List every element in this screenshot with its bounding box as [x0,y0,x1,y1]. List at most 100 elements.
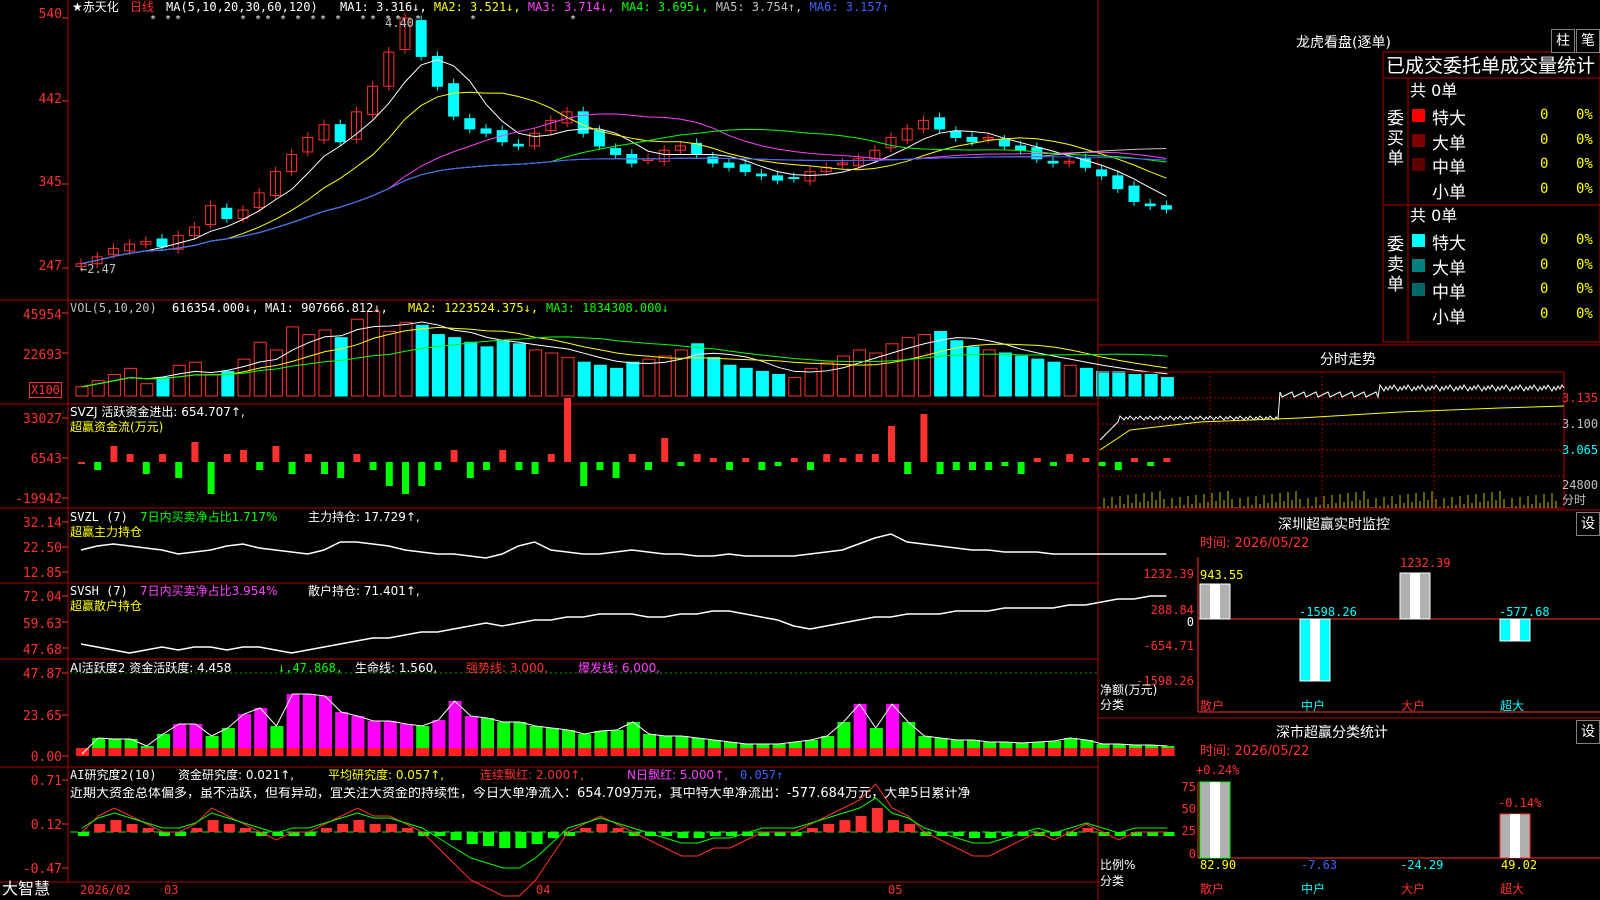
volume-bar [75,386,89,397]
lhb-buy-row-qty: 0 [1540,131,1549,148]
candle-body [998,139,1010,147]
stock-name[interactable]: ★赤天化 [72,0,119,14]
classify-tick-3: 25 [1181,824,1196,838]
fenshi-price-3: 3.065 [1562,443,1599,457]
candle-body [966,136,978,143]
svzl-ratio: 7日内买卖净占比1.717% [140,510,278,524]
activity-base [173,748,187,756]
fund-flow-bar [1001,462,1009,466]
volume-bar [496,340,510,397]
chart-canvas[interactable]: * * * * * * * * * * * * * * * * * * [0,0,1600,900]
ai2-avg: 平均研究度: 0.057↑, [328,768,445,782]
activity-base [1048,748,1061,756]
research-bar [304,832,316,836]
activity-base [691,748,705,756]
brand-label: 大智慧 [2,879,51,898]
volume-bar [545,352,559,397]
activity-base [983,748,997,756]
volume-bar [464,341,478,397]
fund-flow-bar [369,462,377,470]
activity-base [124,748,138,756]
svsh-ratio: 7日内买卖净占比3.954% [140,584,278,598]
ma4-line [80,128,1167,265]
activity-base [157,748,170,756]
volume-bar [642,358,656,397]
activity-base [351,748,365,756]
classify-settings-button[interactable]: 设 [1576,720,1600,744]
classify-cat-3: 大户 [1401,882,1426,896]
research-bar [596,824,608,832]
research-bar [855,816,867,832]
volume-bar [480,346,494,397]
volume-bar [755,370,769,397]
fund-flow-bar [661,438,669,462]
activity-base [1064,748,1078,756]
volume-bar [1144,374,1158,397]
volume-bar [1160,377,1174,397]
lhb-sell-swatch-3 [1412,283,1425,296]
activity-base [481,748,494,756]
fund-flow-bar [952,462,960,470]
fund-flow-bar [709,458,717,462]
ai1-burst: 爆发线: 6.000, [578,661,661,675]
activity-bar [448,701,462,756]
period-label[interactable]: 日线 [130,0,154,14]
fund-flow-bar [288,462,296,474]
candle-body [1160,205,1172,210]
research-bar [1082,828,1094,832]
svsh-sub: 超赢散户持仓 [70,599,143,613]
monitor-settings-button[interactable]: 设 [1576,512,1600,536]
lhb-buy-row-label: 特大 [1432,109,1466,129]
ai1-tick-1: 47.87 [22,667,62,682]
ma-value-4: MA4: 3.695↓, [621,0,716,14]
lhb-sell-row-qty: 0 [1540,281,1549,297]
volume-bar [367,311,381,397]
candle-body [1015,145,1027,151]
fund-flow-bar [547,454,555,462]
signal-star: * [320,14,326,25]
ma-value-3: MA3: 3.714↓, [527,0,622,14]
research-bar [612,828,624,832]
lhb-sell-row-pct: 0% [1576,232,1593,248]
lhb-buy-swatch-1 [1412,109,1425,122]
candle-body [950,130,962,138]
volume-bar [1063,364,1077,397]
candle-body [156,238,168,248]
activity-base [238,748,251,756]
lhb-sell-row-label: 小单 [1432,307,1466,328]
ai1-tick-3: 0.00 [30,750,62,765]
research-bar [159,832,170,836]
fund-flow-bar [207,462,215,494]
research-bar [450,832,462,840]
lhb-tick-button[interactable]: 笔 [1576,29,1600,53]
signal-star: * [360,14,366,25]
monitor-cat-1: 散户 [1200,699,1225,713]
fund-flow-bar [1066,454,1074,462]
fund-flow-bar [223,454,231,462]
volume-bar [124,367,138,397]
candle-body [1112,175,1124,190]
volume-bar [1079,367,1093,397]
signal-star: * [165,14,171,25]
classify-cat-4: 超大 [1500,882,1525,896]
fund-flow-bar [337,462,345,478]
svzl-label: SVZL (7) [70,510,128,524]
signal-star: * [570,14,576,25]
fund-flow-bar [985,462,993,470]
signal-star: * [265,14,271,25]
ma-value-2: MA2: 3.521↓, [433,0,528,14]
research-bar [985,832,997,838]
activity-base [416,748,430,756]
volume-bar [1015,355,1029,397]
svzj-tick-1: 33027 [22,412,62,427]
volume-bar [302,334,316,397]
activity-base [1015,748,1029,756]
activity-base [886,748,899,756]
research-bar [1131,832,1142,836]
fund-flow-bar [94,462,102,470]
research-bar [321,828,332,832]
lhb-bar-button[interactable]: 柱 [1551,29,1575,53]
lhb-buy-swatch-2 [1412,133,1425,147]
activity-base [772,748,786,756]
activity-base [529,748,543,756]
